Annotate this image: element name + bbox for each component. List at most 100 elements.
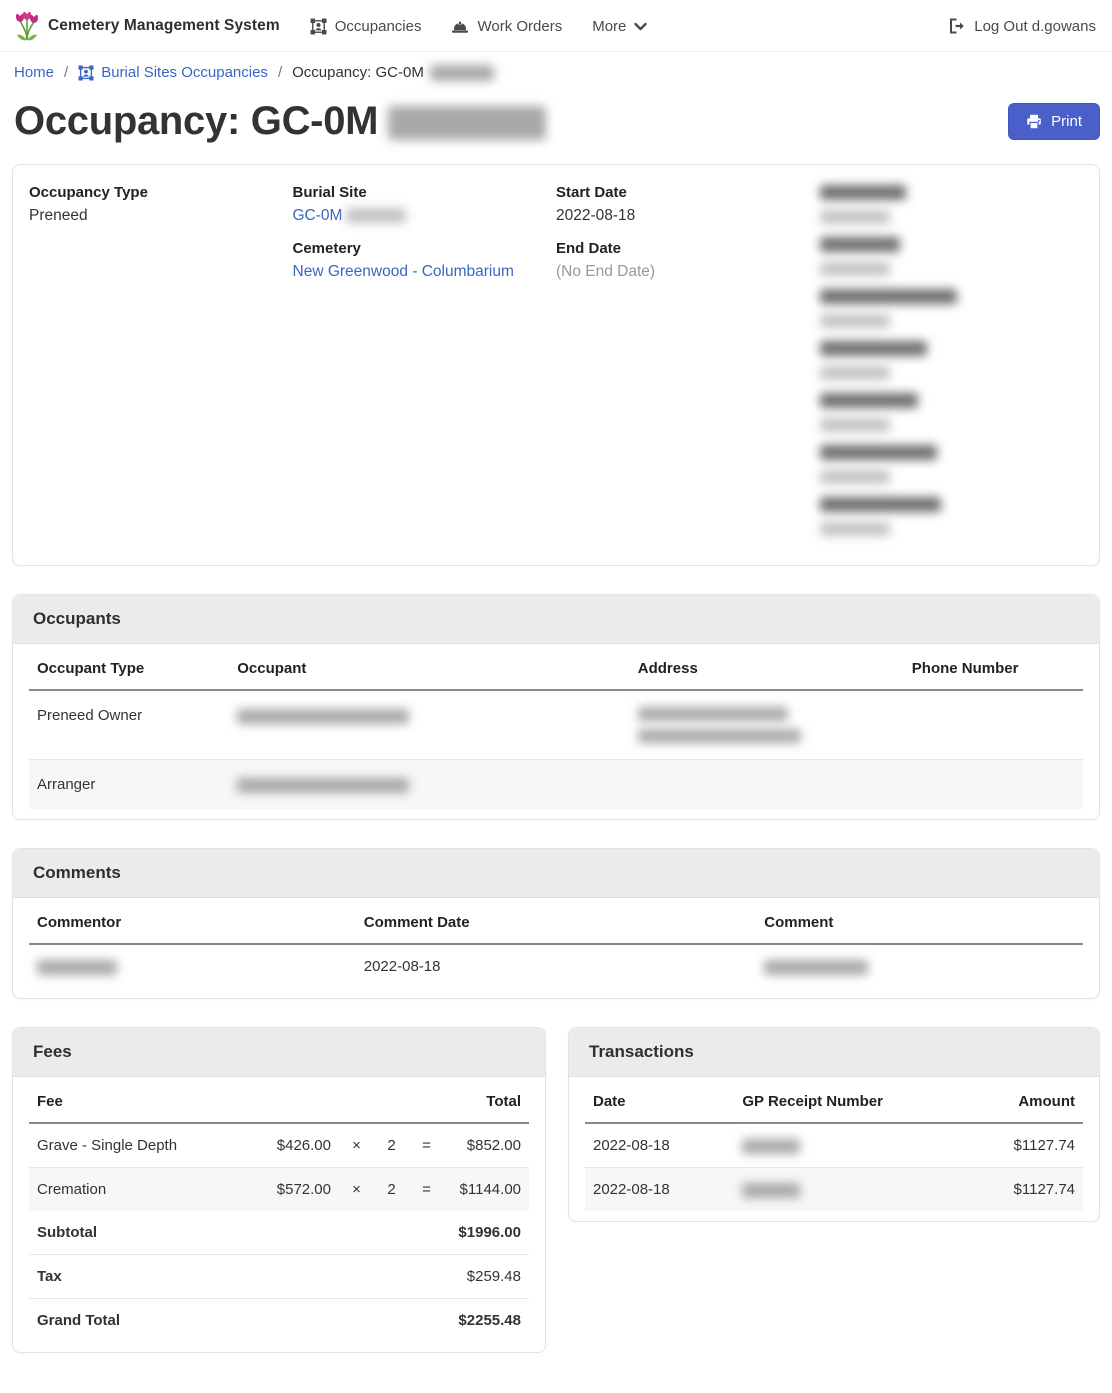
occupancy-type-value: Preneed — [29, 204, 293, 228]
burial-site-link[interactable]: GC-0M — [293, 207, 407, 224]
breadcrumb-separator: / — [64, 64, 68, 81]
fee-times-sign: × — [339, 1123, 374, 1168]
comments-col-date: Comment Date — [356, 900, 757, 944]
redacted-field — [820, 289, 1084, 328]
fee-total: $852.00 — [444, 1123, 529, 1168]
nav-occupancies-label: Occupancies — [335, 18, 422, 35]
redacted-field — [820, 341, 1084, 380]
end-date-value: (No End Date) — [556, 260, 820, 284]
redacted-field — [820, 237, 1084, 276]
transaction-amount: $1127.74 — [958, 1123, 1083, 1168]
fee-total: $1144.00 — [444, 1168, 529, 1212]
occupants-section: Occupants Occupant Type Occupant Address… — [12, 594, 1100, 820]
detail-col-2: Burial Site GC-0M Cemetery New Greenwood… — [293, 181, 557, 549]
redacted-burial-site-text — [346, 208, 406, 223]
comments-col-comment: Comment — [756, 900, 1083, 944]
printer-icon — [1026, 114, 1042, 130]
breadcrumb-current: Occupancy: GC-0M — [292, 64, 494, 81]
fee-name: Cremation — [29, 1168, 249, 1212]
start-date-label: Start Date — [556, 181, 820, 204]
comment-date: 2022-08-18 — [356, 944, 757, 988]
redacted-field — [820, 445, 1084, 484]
occupants-col-type: Occupant Type — [29, 646, 229, 690]
occupant-row: Preneed Owner — [29, 690, 1083, 760]
grand-total-label: Grand Total — [29, 1299, 444, 1343]
transactions-col-amount: Amount — [958, 1079, 1083, 1123]
grand-total-value: $2255.48 — [444, 1299, 529, 1343]
redacted-occupant-name — [237, 709, 409, 724]
transactions-table: Date GP Receipt Number Amount 2022-08-18… — [585, 1079, 1083, 1211]
top-navbar: Cemetery Management System Occupancies — [0, 0, 1112, 52]
redacted-occupant-name — [237, 778, 409, 793]
breadcrumb-home[interactable]: Home — [14, 64, 54, 81]
detail-col-3: Start Date 2022-08-18 End Date (No End D… — [556, 181, 820, 549]
transaction-amount: $1127.74 — [958, 1168, 1083, 1212]
tax-value: $259.48 — [444, 1255, 529, 1299]
comments-section: Comments Commentor Comment Date Comment … — [12, 848, 1100, 999]
fee-name: Grave - Single Depth — [29, 1123, 249, 1168]
fee-times-sign: × — [339, 1168, 374, 1212]
redacted-field — [820, 497, 1084, 536]
occupant-row: Arranger — [29, 760, 1083, 810]
fees-section-title: Fees — [13, 1028, 545, 1077]
redacted-address-line — [638, 729, 801, 743]
nav-work-orders[interactable]: Work Orders — [451, 18, 562, 35]
transaction-row: 2022-08-18 $1127.74 — [585, 1123, 1083, 1168]
fee-row: Grave - Single Depth $426.00 × 2 = $852.… — [29, 1123, 529, 1168]
fee-quantity: 2 — [374, 1123, 409, 1168]
comment-row: 2022-08-18 — [29, 944, 1083, 988]
cemetery-label: Cemetery — [293, 237, 557, 260]
nav-work-orders-label: Work Orders — [477, 18, 562, 35]
tax-label: Tax — [29, 1255, 444, 1299]
breadcrumb-separator: / — [278, 64, 282, 81]
print-button[interactable]: Print — [1008, 103, 1100, 140]
redacted-address-line — [638, 707, 788, 721]
logout-icon — [949, 18, 966, 34]
transactions-section-title: Transactions — [569, 1028, 1099, 1077]
breadcrumb-occupancies-label: Burial Sites Occupancies — [101, 64, 268, 81]
fee-equals-sign: = — [409, 1123, 444, 1168]
occupants-section-title: Occupants — [13, 595, 1099, 644]
brand: Cemetery Management System — [14, 11, 280, 41]
subtotal-label: Subtotal — [29, 1211, 444, 1255]
transaction-date: 2022-08-18 — [585, 1123, 734, 1168]
fees-grand-total-row: Grand Total $2255.48 — [29, 1299, 529, 1343]
occupant-type: Arranger — [29, 760, 229, 810]
redacted-receipt-number — [742, 1183, 800, 1198]
subtotal-value: $1996.00 — [444, 1211, 529, 1255]
transactions-col-date: Date — [585, 1079, 734, 1123]
burial-site-label: Burial Site — [293, 181, 557, 204]
nav-occupancies[interactable]: Occupancies — [310, 18, 422, 35]
occupant-type: Preneed Owner — [29, 690, 229, 760]
transactions-section: Transactions Date GP Receipt Number Amou… — [568, 1027, 1100, 1222]
niche-icon — [78, 65, 94, 81]
page-title: Occupancy: GC-0M — [14, 99, 546, 144]
fees-col-fee: Fee — [29, 1079, 249, 1123]
fees-section: Fees Fee Total Grave - Single Depth $426… — [12, 1027, 546, 1353]
fee-quantity: 2 — [374, 1168, 409, 1212]
occupancy-type-label: Occupancy Type — [29, 181, 293, 204]
occupant-address — [630, 760, 904, 810]
tulip-logo-icon — [14, 11, 40, 41]
cemetery-link[interactable]: New Greenwood - Columbarium — [293, 263, 514, 280]
fee-price: $426.00 — [249, 1123, 339, 1168]
breadcrumb-occupancies[interactable]: Burial Sites Occupancies — [78, 64, 268, 81]
occupant-phone — [904, 690, 1083, 760]
hard-hat-icon — [451, 19, 469, 34]
niche-icon — [310, 18, 327, 35]
fees-subtotal-row: Subtotal $1996.00 — [29, 1211, 529, 1255]
app-title: Cemetery Management System — [48, 17, 280, 35]
nav-more[interactable]: More — [592, 18, 647, 35]
logout-link[interactable]: Log Out d.gowans — [949, 18, 1096, 35]
redacted-title-text — [388, 106, 546, 140]
fees-col-total: Total — [444, 1079, 529, 1123]
start-date-value: 2022-08-18 — [556, 204, 820, 228]
redacted-breadcrumb-text — [430, 65, 494, 81]
fee-equals-sign: = — [409, 1168, 444, 1212]
transaction-row: 2022-08-18 $1127.74 — [585, 1168, 1083, 1212]
occupants-table: Occupant Type Occupant Address Phone Num… — [29, 646, 1083, 809]
end-date-label: End Date — [556, 237, 820, 260]
page-header: Occupancy: GC-0M Print — [0, 91, 1112, 164]
occupants-col-phone: Phone Number — [904, 646, 1083, 690]
nav-more-label: More — [592, 18, 626, 35]
